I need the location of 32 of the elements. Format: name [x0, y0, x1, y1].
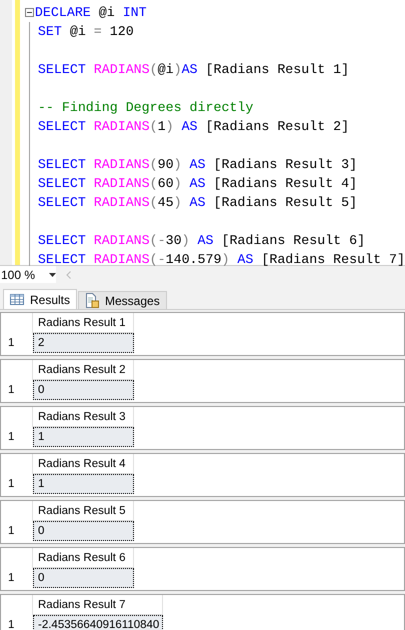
code-line: DECLARE @i INT — [34, 5, 147, 20]
code-line: SELECT RADIANS(@i)AS [Radians Result 1] — [38, 62, 350, 77]
table-cell[interactable]: 0 — [33, 380, 134, 400]
caret-icon — [49, 272, 56, 276]
zoom-dropdown[interactable]: 100 % — [0, 266, 56, 283]
code-line: SELECT RADIANS(-30) AS [Radians Result 6] — [38, 233, 366, 248]
row-number: 1 — [7, 477, 16, 492]
tab[interactable]: Results — [3, 289, 78, 309]
code-line: -- Finding Degrees directly — [38, 100, 254, 115]
code-line: SELECT RADIANS(90) AS [Radians Result 3] — [38, 157, 358, 172]
row-number: 1 — [7, 383, 16, 398]
row-number: 1 — [7, 571, 16, 586]
grid-icon — [10, 294, 24, 305]
table-cell[interactable]: 0 — [33, 521, 134, 541]
table-cell[interactable]: 2 — [33, 333, 134, 353]
code-line: SELECT RADIANS(1) AS [Radians Result 2] — [38, 119, 350, 134]
code-line: SELECT RADIANS(-140.579) AS [Radians Result 7] — [38, 252, 405, 267]
document-icon — [85, 293, 100, 308]
collapse-icon[interactable] — [24, 8, 34, 17]
table-cell[interactable]: 1 — [33, 474, 134, 494]
row-number: 1 — [7, 618, 16, 630]
code-line: SET @i = 120 — [38, 24, 134, 39]
code-line: SELECT RADIANS(60) AS [Radians Result 4] — [38, 176, 358, 191]
row-number: 1 — [7, 524, 16, 539]
table-cell[interactable]: -2.45356640916110840 — [33, 615, 164, 630]
table-cell[interactable]: 0 — [33, 568, 134, 588]
code-line: SELECT RADIANS(45) AS [Radians Result 5] — [38, 195, 358, 210]
row-number: 1 — [7, 430, 16, 445]
row-number: 1 — [7, 336, 16, 351]
tab[interactable]: Messages — [78, 291, 167, 309]
table-cell[interactable]: 1 — [33, 427, 134, 447]
code-editor[interactable] — [0, 0, 405, 266]
